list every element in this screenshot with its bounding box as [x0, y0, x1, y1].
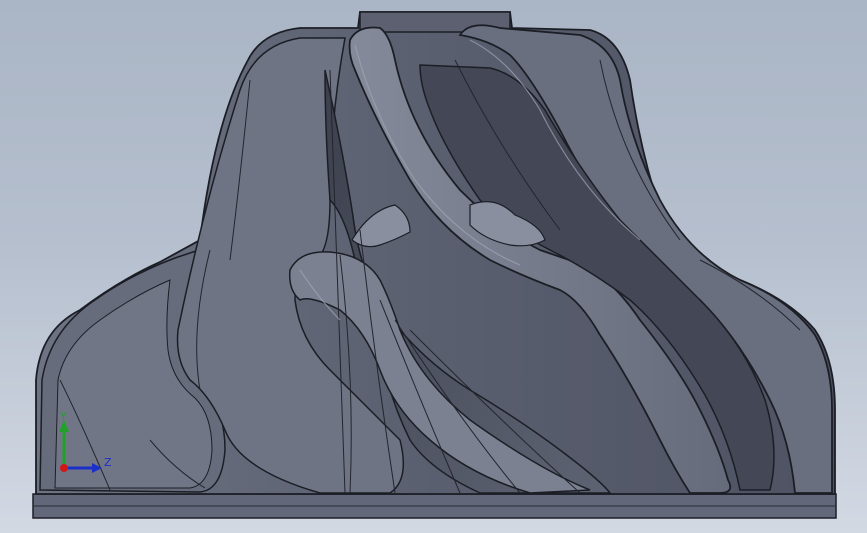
y-axis-label: Y — [59, 410, 67, 423]
z-axis-label: Z — [104, 456, 112, 469]
x-axis-origin — [60, 464, 68, 472]
z-axis-arrow — [92, 463, 102, 473]
impeller-model[interactable] — [0, 0, 867, 533]
coordinate-triad: Y Z — [59, 410, 112, 473]
graphics-viewport[interactable]: Y Z — [0, 0, 867, 533]
